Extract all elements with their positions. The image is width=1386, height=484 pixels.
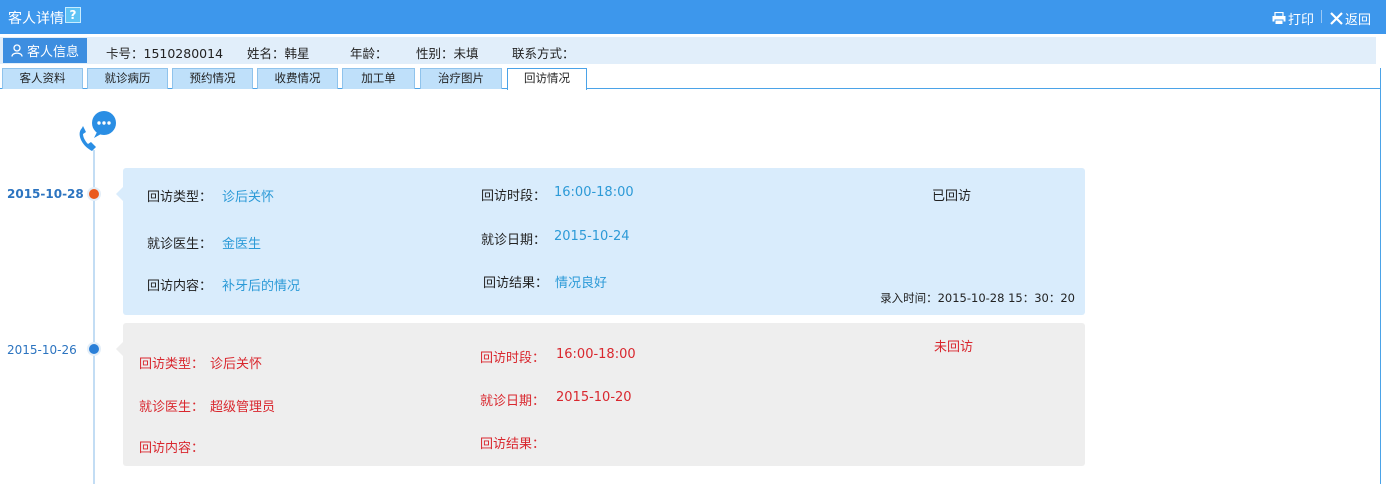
print-label: 打印: [1288, 13, 1315, 28]
help-icon[interactable]: ?: [65, 7, 81, 23]
card-pointer: [116, 187, 123, 201]
tab-charges[interactable]: 收费情况: [257, 68, 338, 89]
divider: [1321, 10, 1322, 23]
entry-time: 录入时间：2015-10-28 15：30：20: [880, 291, 1075, 305]
visit-date: 2015-10-26: [7, 343, 77, 357]
tab-appointments[interactable]: 预约情况: [172, 68, 253, 89]
guest-age: 年龄：: [350, 46, 388, 61]
guest-name: 姓名：韩星: [247, 46, 310, 61]
result-label: 回访结果：: [483, 276, 549, 291]
tab-bar: 客人资料 就诊病历 预约情况 收费情况 加工单 治疗图片 回访情况: [0, 68, 1381, 90]
guest-info-button[interactable]: 客人信息: [3, 38, 87, 63]
tab-follow-ups[interactable]: 回访情况: [507, 68, 587, 90]
guest-info-label: 客人信息: [26, 45, 79, 60]
type-label: 回访类型：: [147, 190, 213, 205]
tab-processing-orders[interactable]: 加工单: [342, 68, 415, 89]
content-value: 补牙后的情况: [222, 279, 301, 294]
content-label: 回访内容：: [147, 279, 213, 294]
period-value: 16:00-18:00: [554, 185, 634, 200]
result-label: 回访结果：: [480, 437, 546, 452]
period-value: 16:00-18:00: [556, 347, 636, 362]
content-label: 回访内容：: [139, 441, 205, 456]
status-badge: 未回访: [934, 340, 974, 355]
visit-date: 2015-10-28: [7, 187, 84, 201]
timeline-dot: [87, 342, 101, 356]
doctor-label: 就诊医生：: [139, 400, 205, 415]
visit-date-value: 2015-10-20: [556, 390, 632, 405]
printer-icon: [1272, 12, 1286, 25]
close-icon: [1330, 12, 1343, 25]
tab-treatment-images[interactable]: 治疗图片: [420, 68, 502, 89]
back-button[interactable]: 返回: [1330, 9, 1371, 28]
period-label: 回访时段：: [480, 351, 546, 366]
status-badge: 已回访: [932, 189, 972, 204]
user-icon: [11, 44, 23, 57]
doctor-value: 金医生: [222, 237, 262, 252]
follow-up-card: 回访类型： 诊后关怀 回访时段： 16:00-18:00 已回访 就诊医生： 金…: [116, 168, 1085, 315]
type-label: 回访类型：: [139, 357, 205, 372]
type-value: 诊后关怀: [222, 190, 275, 205]
card-pointer: [116, 342, 123, 356]
back-label: 返回: [1345, 13, 1372, 28]
window-title: 客人详情: [8, 11, 64, 27]
guest-info-bar: 客人信息 卡号：1510280014 姓名：韩星 年龄： 性别：未填 联系方式：: [0, 37, 1376, 64]
visit-date-label: 就诊日期：: [481, 233, 547, 248]
tab-medical-records[interactable]: 就诊病历: [87, 68, 168, 89]
phone-chat-icon: [79, 111, 116, 151]
doctor-value: 超级管理员: [210, 400, 276, 415]
print-button[interactable]: 打印: [1272, 9, 1314, 28]
visit-date-value: 2015-10-24: [554, 229, 630, 244]
timeline-dot: [87, 187, 101, 201]
result-value: 情况良好: [555, 276, 608, 291]
panel-border: [1380, 68, 1381, 484]
visit-date-label: 就诊日期：: [480, 394, 546, 409]
guest-gender: 性别：未填: [416, 46, 479, 61]
tab-guest-profile[interactable]: 客人资料: [2, 68, 83, 89]
follow-up-card: 回访类型： 诊后关怀 回访时段： 16:00-18:00 未回访 就诊医生： 超…: [116, 323, 1085, 466]
title-bar: 客人详情 ? 打印 返回: [0, 0, 1386, 34]
doctor-label: 就诊医生：: [147, 237, 213, 252]
period-label: 回访时段：: [481, 189, 547, 204]
card-number: 卡号：1510280014: [106, 46, 224, 61]
guest-contact: 联系方式：: [512, 46, 575, 61]
type-value: 诊后关怀: [210, 357, 263, 372]
